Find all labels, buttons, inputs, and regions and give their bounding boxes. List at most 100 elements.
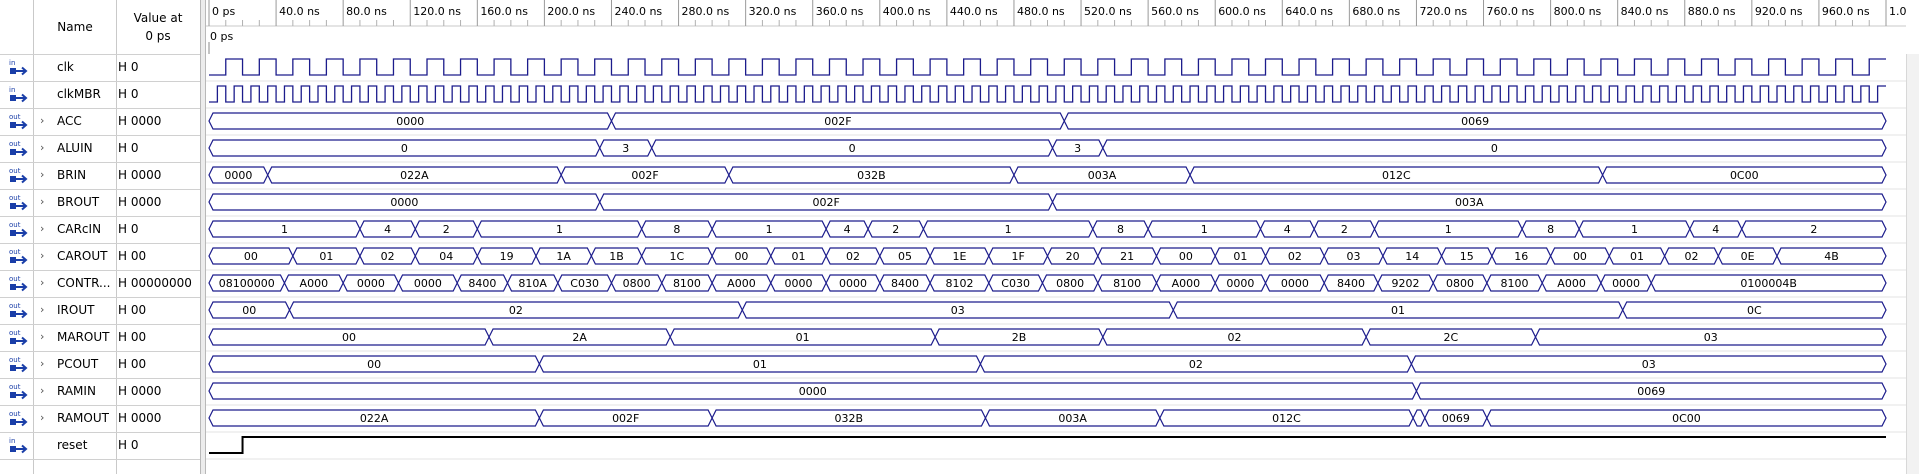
signal-row-carcin[interactable]: out › CARcIN H 0 [0,216,200,243]
signal-value: H 00 [118,357,147,371]
bus-value-label: 16 [1514,250,1528,263]
bus-value-label: 00 [1573,250,1587,263]
waveform-marout[interactable]: 00 2A 01 2B 02 2C 03 [206,328,1906,352]
expand-chevron-icon[interactable]: › [40,195,44,208]
expand-chevron-icon[interactable]: › [40,330,44,343]
bus-value-label: 0000 [390,196,418,209]
signal-row-clkmbr[interactable]: in clkMBR H 0 [0,81,200,108]
signal-value: H 0 [118,60,139,74]
signal-value: H 0 [118,87,139,101]
signal-row-contr[interactable]: out › CONTR... H 00000000 [0,270,200,297]
bus-value-label: 03 [1704,331,1718,344]
signal-name: reset [57,438,88,452]
signal-row-clk[interactable]: in clk H 0 [0,54,200,81]
expand-chevron-icon[interactable]: › [40,168,44,181]
waveform-canvas[interactable]: 0 ps 40.0 ns 80.0 ns 120.0 ns 160.0 ns 200.0 … [206,0,1906,474]
expand-chevron-icon[interactable]: › [40,303,44,316]
signal-name: MAROUT [57,330,110,344]
bus-value-label: C030 [570,277,599,290]
waveform-irout[interactable]: 00 02 03 01 0C [206,301,1906,325]
bus-value-label: 1E [952,250,966,263]
bus-value-label: 21 [1120,250,1134,263]
signal-name: CAROUT [57,249,108,263]
signal-name: RAMIN [57,384,96,398]
waveform-brout[interactable]: 0000 002F 003A [206,193,1906,217]
expand-chevron-icon[interactable]: › [40,222,44,235]
expand-chevron-icon[interactable]: › [40,411,44,424]
bus-value-label: 02 [1684,250,1698,263]
waveform-carcin[interactable]: 1 4 2 1 8 1 4 2 1 8 1 4 2 1 8 1 4 2 [206,220,1906,244]
waveform-acc[interactable]: 0000 002F 0069 [206,112,1906,136]
bus-value-label: 02 [1227,331,1241,344]
signal-row-pcout[interactable]: out › PCOUT H 00 [0,351,200,378]
signal-row-brin[interactable]: out › BRIN H 0000 [0,162,200,189]
signal-row-marout[interactable]: out › MAROUT H 00 [0,324,200,351]
svg-text:out: out [9,167,21,175]
waveform-brin[interactable]: 0000 022A 002F 032B 003A 012C 0C00 [206,166,1906,190]
waveform-ramin[interactable]: 0000 0069 [206,382,1906,406]
waveform-clkmbr[interactable] [206,85,1906,109]
bus-value-label: 002F [824,115,851,128]
bus-value-label: 1 [556,223,563,236]
signal-name: CONTR... [57,276,111,290]
signal-value: H 0 [118,141,139,155]
svg-text:out: out [9,248,21,256]
bus-value-label: 0 [1491,142,1498,155]
output-pin-icon: out [9,220,31,239]
signal-row-irout[interactable]: out › IROUT H 00 [0,297,200,324]
signal-row-acc[interactable]: out › ACC H 0000 [0,108,200,135]
waveform-carout[interactable]: 00 01 02 04 19 1A 1B 1C 00 01 02 05 1E 1F 20 21 00 01 02 03… [206,247,1906,271]
signal-row-aluin[interactable]: out › ALUIN H 0 [0,135,200,162]
expand-chevron-icon[interactable]: › [40,276,44,289]
cursor-time-label: 0 ps [210,30,233,43]
expand-chevron-icon[interactable]: › [40,357,44,370]
bus-value-label: 01 [791,250,805,263]
bus-value-label: 022A [360,412,389,425]
ruler-label: 840.0 ns [1621,5,1669,18]
output-pin-icon: out [9,247,31,266]
bus-value-label: 8100 [1113,277,1141,290]
waveform-pcout[interactable]: 00 01 02 03 [206,355,1906,379]
expand-chevron-icon[interactable]: › [40,384,44,397]
input-pin-icon: in [9,436,31,455]
bus-value-label: 0069 [1637,385,1665,398]
svg-text:out: out [9,275,21,283]
signal-row-reset[interactable]: in reset H 0 [0,432,200,459]
bus-value-label: 002F [631,169,658,182]
signal-row-carout[interactable]: out › CAROUT H 00 [0,243,200,270]
bus-value-label: 3 [622,142,629,155]
value-column-header[interactable]: Value at 0 ps [118,0,198,54]
reset-trace [209,436,1886,454]
vertical-scrollbar[interactable] [1906,54,1919,474]
signal-name: ACC [57,114,82,128]
signal-row-ramin[interactable]: out › RAMIN H 0000 [0,378,200,405]
signal-row-ramout[interactable]: out › RAMOUT H 0000 [0,405,200,432]
name-column-header[interactable]: Name [34,0,116,54]
bus-value-label: 0000 [224,169,252,182]
expand-chevron-icon[interactable]: › [40,249,44,262]
bus-value-label: 0800 [623,277,651,290]
signal-name: CARcIN [57,222,102,236]
time-ruler[interactable]: 0 ps 40.0 ns 80.0 ns 120.0 ns 160.0 ns 200.0 … [206,0,1906,27]
bus-value-label: 00 [244,250,258,263]
bus-value-label: 3 [1074,142,1081,155]
bus-value-label: 00 [342,331,356,344]
signal-value: H 00 [118,249,147,263]
signal-row-brout[interactable]: out › BROUT H 0000 [0,189,200,216]
waveform-aluin[interactable]: 0 3 0 3 0 [206,139,1906,163]
bus-value-label: 08100000 [219,277,275,290]
bus-value-label: 022A [400,169,429,182]
expand-chevron-icon[interactable]: › [40,141,44,154]
bus-value-label: 4 [384,223,391,236]
bus-value-label: 8 [1117,223,1124,236]
waveform-ramout[interactable]: 022A 002F 032B 003A 012C 0069 0C00 [206,409,1906,433]
bus-value-label: 1 [281,223,288,236]
output-pin-icon: out [9,139,31,158]
clock-trace [209,58,1886,76]
waveform-reset[interactable] [206,436,1906,460]
waveform-contr[interactable]: 08100000 A000 0000 0000 8400 810A C030 0800 8100… [206,274,1906,298]
expand-chevron-icon[interactable]: › [40,114,44,127]
waveform-clk[interactable] [206,58,1906,82]
bus-value-label: 0069 [1461,115,1489,128]
ruler-label: 80.0 ns [346,5,387,18]
